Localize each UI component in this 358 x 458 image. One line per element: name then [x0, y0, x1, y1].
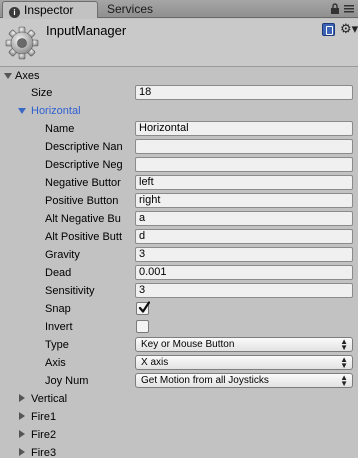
foldout-closed-icon[interactable]: [19, 430, 25, 438]
negative-button-field[interactable]: left: [135, 175, 353, 190]
axis-entry-label: Fire3: [31, 447, 57, 458]
axis-entry-label: Vertical: [31, 393, 68, 405]
joy-num-label: Joy Num: [45, 375, 89, 387]
foldout-closed-icon[interactable]: [19, 412, 25, 420]
tab-bar: i Inspector Services: [0, 0, 358, 18]
info-icon: i: [9, 7, 20, 18]
invert-checkbox[interactable]: [136, 320, 149, 333]
field-label: Dead: [45, 267, 72, 279]
checkmark-icon: [138, 301, 150, 313]
foldout-closed-icon[interactable]: [19, 448, 25, 456]
alt-negative-button-field[interactable]: a: [135, 211, 353, 226]
positive-button-field[interactable]: right: [135, 193, 353, 208]
axis-label: Axis: [45, 357, 66, 369]
horizontal-label: Horizontal: [31, 105, 81, 117]
tab-menu-icon[interactable]: [344, 4, 354, 13]
fire1-foldout[interactable]: Fire1: [0, 408, 358, 426]
type-label: Type: [45, 339, 69, 351]
field-label: Gravity: [45, 249, 80, 261]
positive-button-row: Positive Button right: [0, 192, 358, 210]
type-dropdown-value: Key or Mouse Button: [141, 339, 235, 350]
axis-entry-label: Fire2: [31, 429, 57, 441]
size-field[interactable]: 18: [135, 85, 353, 100]
axis-entry-label: Fire1: [31, 411, 57, 423]
lock-icon[interactable]: [330, 3, 340, 14]
tab-services-label: Services: [107, 2, 154, 16]
axes-label: Axes: [15, 70, 40, 82]
foldout-open-icon[interactable]: [18, 108, 26, 114]
component-title: InputManager: [46, 23, 127, 38]
sensitivity-field[interactable]: 3: [135, 283, 353, 298]
joy-num-row: Joy Num Get Motion from all Joysticks ▲ ▼: [0, 372, 358, 390]
size-row: Size 18: [0, 84, 358, 102]
help-book-icon[interactable]: [322, 23, 335, 36]
snap-checkbox[interactable]: [136, 301, 150, 315]
tab-services[interactable]: Services: [101, 1, 159, 18]
joy-num-dropdown-value: Get Motion from all Joysticks: [141, 375, 269, 386]
alt-positive-button-field[interactable]: d: [135, 229, 353, 244]
negative-button-row: Negative Buttor left: [0, 174, 358, 192]
updown-arrows-icon: ▲ ▼: [340, 355, 348, 370]
joy-num-dropdown[interactable]: Get Motion from all Joysticks ▲ ▼: [135, 373, 353, 388]
type-dropdown[interactable]: Key or Mouse Button ▲ ▼: [135, 337, 353, 352]
vertical-foldout[interactable]: Vertical: [0, 390, 358, 408]
axis-dropdown[interactable]: X axis ▲ ▼: [135, 355, 353, 370]
field-label: Alt Positive Butt: [45, 231, 123, 243]
tab-inspector-label: Inspector: [24, 3, 74, 17]
name-field[interactable]: Horizontal: [135, 121, 353, 136]
field-label: Negative Buttor: [45, 177, 121, 189]
field-label: Alt Negative Bu: [45, 213, 121, 225]
descriptive-name-field[interactable]: [135, 139, 353, 154]
sensitivity-row: Sensitivity 3: [0, 282, 358, 300]
field-label: Name: [45, 123, 75, 135]
inspector-header: InputManager ⚙▾: [0, 19, 358, 67]
field-label: Sensitivity: [45, 285, 95, 297]
name-row: Name Horizontal: [0, 120, 358, 138]
alt-negative-button-row: Alt Negative Bu a: [0, 210, 358, 228]
input-manager-gear-icon: [5, 26, 39, 60]
descriptive-negative-name-row: Descriptive Neg: [0, 156, 358, 174]
horizontal-foldout[interactable]: Horizontal: [0, 102, 358, 120]
field-label: Descriptive Nan: [45, 141, 123, 153]
foldout-open-icon[interactable]: [4, 73, 12, 79]
foldout-closed-icon[interactable]: [19, 394, 25, 402]
axes-foldout[interactable]: Axes: [0, 67, 358, 85]
updown-arrows-icon: ▲ ▼: [340, 337, 348, 352]
dead-row: Dead 0.001: [0, 264, 358, 282]
invert-label: Invert: [45, 321, 73, 333]
gravity-row: Gravity 3: [0, 246, 358, 264]
axis-dropdown-value: X axis: [141, 357, 169, 368]
invert-row: Invert: [0, 318, 358, 336]
field-label: Positive Button: [45, 195, 119, 207]
tab-inspector[interactable]: i Inspector: [2, 1, 98, 18]
field-label: Descriptive Neg: [45, 159, 123, 171]
settings-gear-icon[interactable]: ⚙▾: [340, 22, 358, 36]
fire2-foldout[interactable]: Fire2: [0, 426, 358, 444]
gravity-field[interactable]: 3: [135, 247, 353, 262]
dead-field[interactable]: 0.001: [135, 265, 353, 280]
snap-label: Snap: [45, 303, 71, 315]
descriptive-negative-name-field[interactable]: [135, 157, 353, 172]
descriptive-name-row: Descriptive Nan: [0, 138, 358, 156]
alt-positive-button-row: Alt Positive Butt d: [0, 228, 358, 246]
type-row: Type Key or Mouse Button ▲ ▼: [0, 336, 358, 354]
axis-row: Axis X axis ▲ ▼: [0, 354, 358, 372]
snap-row: Snap: [0, 300, 358, 318]
updown-arrows-icon: ▲ ▼: [340, 373, 348, 388]
fire3-foldout[interactable]: Fire3: [0, 444, 358, 458]
size-label: Size: [31, 87, 53, 99]
